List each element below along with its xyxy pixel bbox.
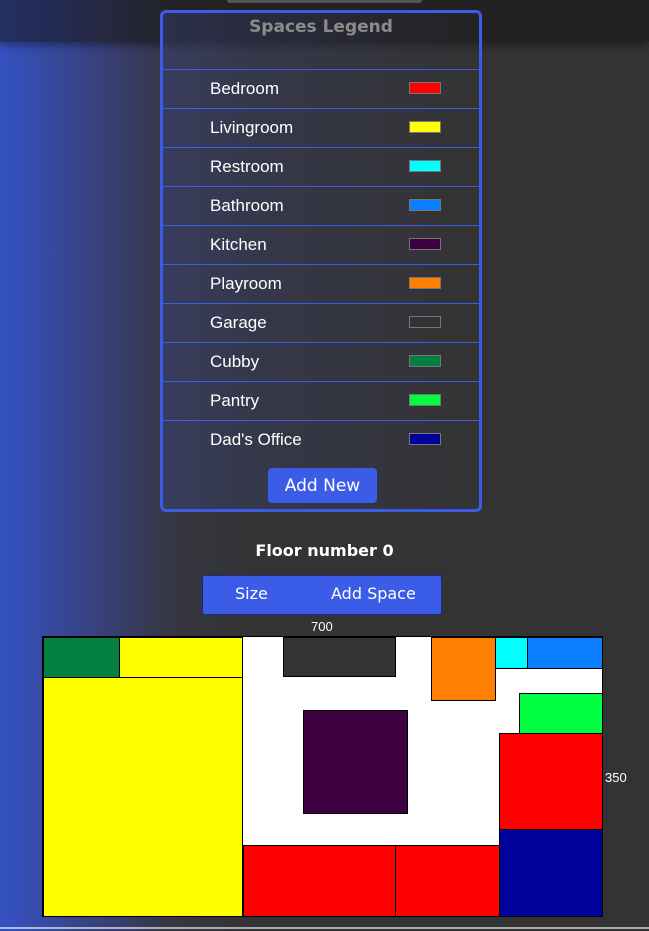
bottom-divider <box>0 927 649 929</box>
legend-row[interactable]: Livingroom <box>163 108 479 147</box>
room-livingroom[interactable] <box>43 677 243 917</box>
room-pantry[interactable] <box>519 693 603 734</box>
room-bathroom[interactable] <box>527 637 603 669</box>
legend-item-label: Bathroom <box>210 196 284 215</box>
legend-color-swatch[interactable] <box>409 316 441 328</box>
legend-row[interactable]: Dad's Office <box>163 420 479 459</box>
legend-color-swatch[interactable] <box>409 160 441 172</box>
legend-row[interactable]: Bedroom <box>163 69 479 108</box>
floor-plan-canvas[interactable] <box>42 636 603 917</box>
legend-color-swatch[interactable] <box>409 82 441 94</box>
room-playroom[interactable] <box>431 637 496 701</box>
size-button[interactable]: Size <box>235 584 268 603</box>
legend-color-swatch[interactable] <box>409 355 441 367</box>
room-cubby[interactable] <box>43 637 120 678</box>
floor-width-label: 700 <box>311 619 333 634</box>
floor-toolbar: Size Add Space <box>202 575 442 615</box>
add-new-button[interactable]: Add New <box>268 468 377 503</box>
legend-color-swatch[interactable] <box>409 199 441 211</box>
room-bedroom-right[interactable] <box>499 733 603 830</box>
top-tab[interactable] <box>227 0 422 3</box>
legend-item-label: Restroom <box>210 157 284 176</box>
legend-row[interactable]: Restroom <box>163 147 479 186</box>
floor-height-label: 350 <box>605 770 627 785</box>
legend-row[interactable]: Pantry <box>163 381 479 420</box>
legend-color-swatch[interactable] <box>409 277 441 289</box>
legend-item-label: Kitchen <box>210 235 267 254</box>
room-bedroom-left[interactable] <box>243 845 396 917</box>
legend-item-label: Bedroom <box>210 79 279 98</box>
floor-title: Floor number 0 <box>255 541 394 560</box>
legend-color-swatch[interactable] <box>409 238 441 250</box>
legend-item-label: Playroom <box>210 274 282 293</box>
legend-title: Spaces Legend <box>249 17 393 37</box>
room-dads-office[interactable] <box>499 829 603 917</box>
room-bedroom-middle[interactable] <box>395 845 500 917</box>
legend-color-swatch[interactable] <box>409 394 441 406</box>
legend-row[interactable]: Garage <box>163 303 479 342</box>
legend-item-label: Livingroom <box>210 118 294 137</box>
room-garage[interactable] <box>283 637 396 677</box>
legend-item-label: Garage <box>210 313 267 332</box>
add-space-button[interactable]: Add Space <box>331 584 416 603</box>
legend-row[interactable]: Kitchen <box>163 225 479 264</box>
legend-item-label: Cubby <box>210 352 260 371</box>
legend-item-label: Pantry <box>210 391 260 410</box>
legend-row[interactable]: Cubby <box>163 342 479 381</box>
legend-item-label: Dad's Office <box>210 430 302 449</box>
legend-color-swatch[interactable] <box>409 121 441 133</box>
legend-row[interactable]: Bathroom <box>163 186 479 225</box>
spaces-legend-panel: Spaces Legend Bedroom Livingroom Restroom B… <box>160 10 482 512</box>
room-kitchen[interactable] <box>303 710 408 814</box>
room-restroom[interactable] <box>495 637 528 669</box>
room-livingroom-top[interactable] <box>119 637 243 678</box>
legend-color-swatch[interactable] <box>409 433 441 445</box>
legend-row[interactable]: Playroom <box>163 264 479 303</box>
